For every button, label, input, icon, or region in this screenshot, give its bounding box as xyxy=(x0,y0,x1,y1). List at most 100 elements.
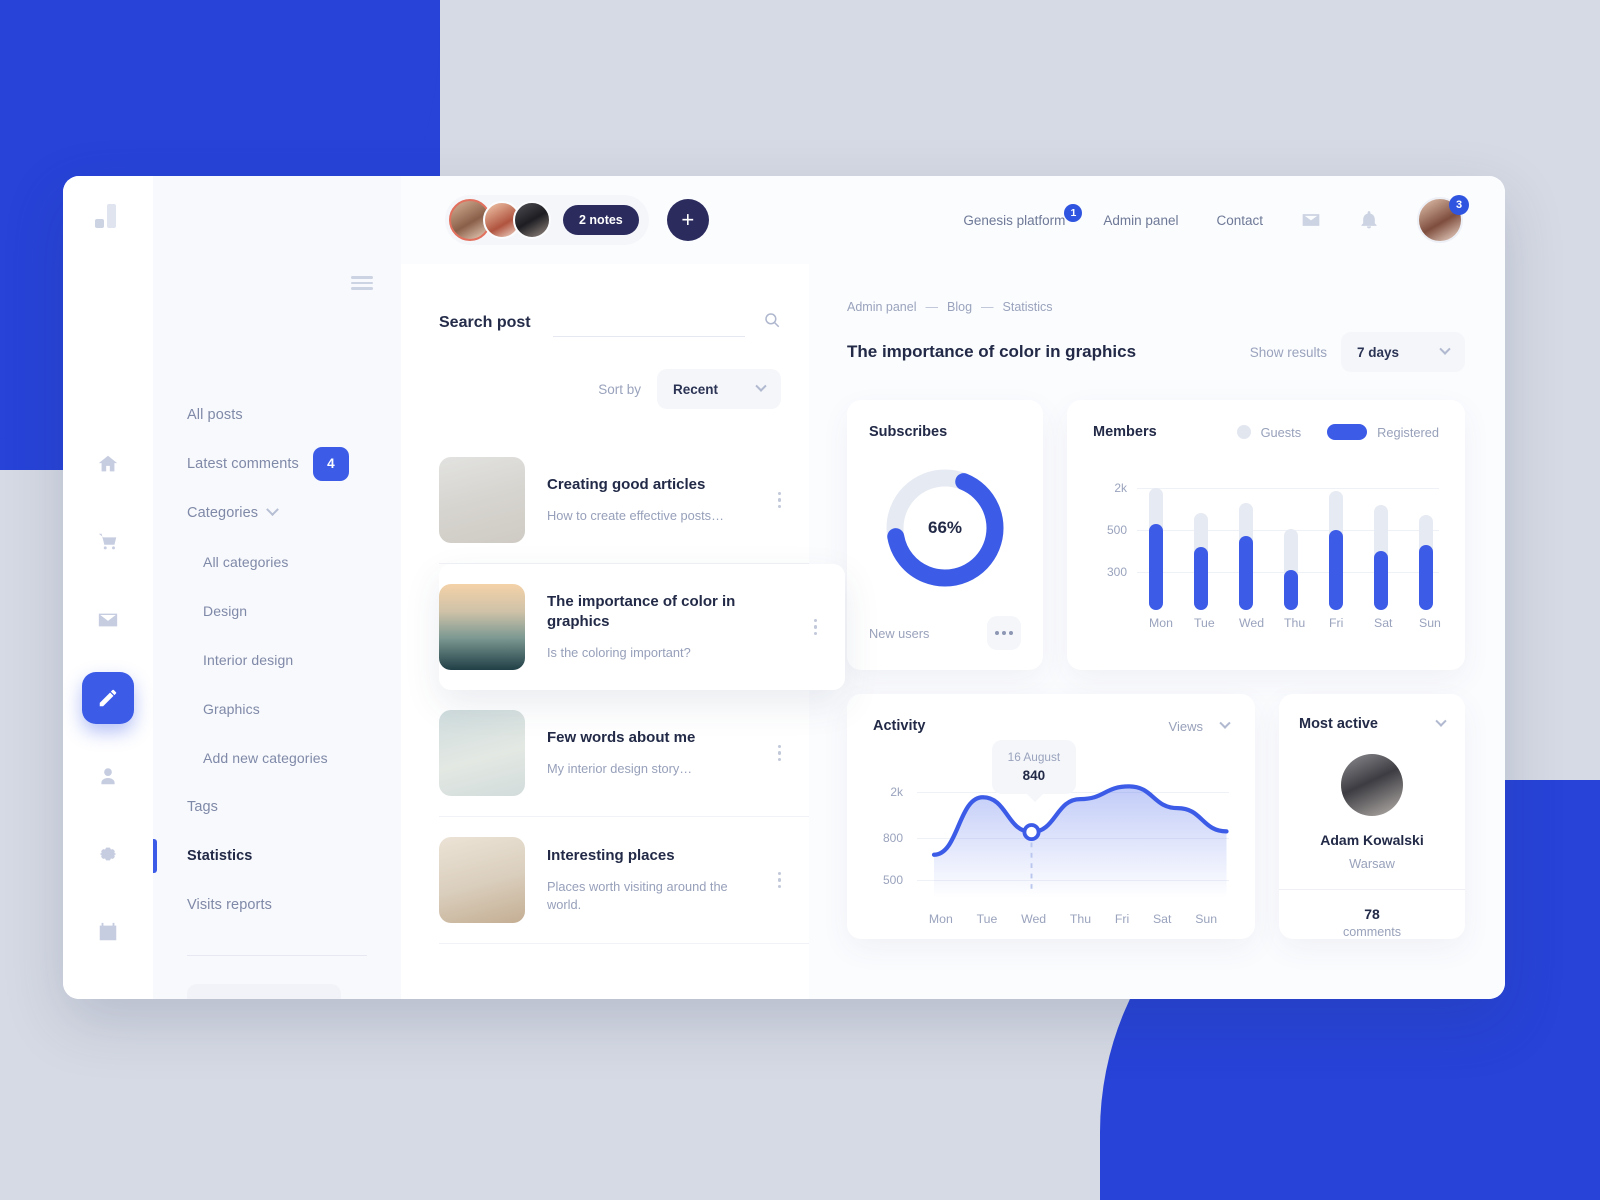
add-note-button[interactable]: + xyxy=(666,199,709,241)
activity-area-chart: 16 August 840 2k 800 500 Mon Tue Wed Thu Fri Sat… xyxy=(873,740,1229,926)
breadcrumb-item-blog[interactable]: Blog xyxy=(947,300,972,314)
page-title: The importance of color in graphics xyxy=(847,342,1137,361)
x-axis-labels: Mon Tue Wed Thu Fri Sat Sun xyxy=(1149,616,1441,630)
calendar-icon[interactable] xyxy=(82,906,134,958)
sidebar-item-label: Visits reports xyxy=(187,896,272,913)
x-axis-tick-label: Sat xyxy=(1152,912,1172,926)
sort-dropdown[interactable]: Recent xyxy=(657,369,781,409)
more-options-button[interactable] xyxy=(987,616,1021,650)
avatar xyxy=(1341,754,1403,816)
new-users-label: New users xyxy=(869,625,930,641)
activity-card: Activity Views 16 August 840 2k 800 500 xyxy=(847,694,1255,939)
x-axis-tick-label: Tue xyxy=(1194,616,1215,630)
nav-item-contact[interactable]: Contact xyxy=(1216,213,1263,228)
sidebar-item-all-categories[interactable]: All categories xyxy=(187,537,401,586)
mail-icon[interactable] xyxy=(1301,210,1321,230)
activity-title: Activity xyxy=(873,718,926,734)
list-item[interactable]: Interesting places Places worth visiting … xyxy=(439,817,809,944)
bar-column[interactable] xyxy=(1419,462,1433,610)
home-icon[interactable] xyxy=(82,438,134,490)
cart-icon[interactable] xyxy=(82,516,134,568)
nav-item-label: Genesis platform xyxy=(963,212,1066,228)
search-input[interactable] xyxy=(552,308,745,337)
bar-column[interactable] xyxy=(1239,462,1253,610)
post-text: The importance of color in graphics Is th… xyxy=(547,592,788,662)
x-axis-tick-label: Mon xyxy=(1149,616,1173,630)
post-description: Places worth visiting around the world. xyxy=(547,878,728,912)
bell-icon[interactable] xyxy=(1359,210,1379,230)
status-badge: 3 xyxy=(1449,195,1469,215)
sidebar-item-label: Tags xyxy=(187,798,219,815)
comments-count: 78 xyxy=(1364,906,1380,922)
tooltip-value: 840 xyxy=(1022,768,1046,783)
members-legend: Guests Registered xyxy=(1236,424,1439,440)
sidebar-item-label: All posts xyxy=(187,406,243,423)
menu-top-spacer xyxy=(153,176,401,264)
sidebar-item-label: All categories xyxy=(203,553,289,570)
post-options-icon[interactable] xyxy=(810,615,821,640)
bar-column[interactable] xyxy=(1284,462,1298,610)
sidebar-item-label: Categories xyxy=(187,504,259,521)
user-avatar-menu[interactable]: 3 xyxy=(1417,195,1469,243)
bar-column[interactable] xyxy=(1329,462,1343,610)
bar-column[interactable] xyxy=(1194,462,1208,610)
x-axis-tick-label: Fri xyxy=(1329,616,1344,630)
user-icon[interactable] xyxy=(82,750,134,802)
hamburger-icon[interactable] xyxy=(351,276,373,290)
chevron-down-icon xyxy=(266,503,279,517)
sidebar-item-tags[interactable]: Tags xyxy=(187,782,401,831)
breadcrumb-item-statistics[interactable]: Statistics xyxy=(1003,300,1053,314)
y-axis-tick-label: 2k xyxy=(1114,481,1127,495)
add-new-post-button[interactable]: Add new post xyxy=(187,984,341,999)
post-options-icon[interactable] xyxy=(774,868,785,893)
list-item[interactable]: Few words about me My interior design sto… xyxy=(439,690,809,817)
nav-item-admin-panel[interactable]: Admin panel xyxy=(1103,213,1178,228)
gear-icon[interactable] xyxy=(82,828,134,880)
x-axis-tick-label: Sat xyxy=(1374,616,1393,630)
mail-icon[interactable] xyxy=(82,594,134,646)
post-list: Creating good articles How to create effe… xyxy=(439,437,845,944)
top-bar: 2 notes + Genesis platform 1 Admin panel… xyxy=(401,176,1505,264)
most-active-body: Adam Kowalski Warsaw xyxy=(1299,732,1445,889)
legend-item-registered[interactable]: Registered xyxy=(1327,424,1439,440)
list-item[interactable]: Creating good articles How to create effe… xyxy=(439,437,809,564)
menu-divider xyxy=(187,955,367,956)
bar-registered xyxy=(1239,536,1253,610)
sidebar-item-interior-design[interactable]: Interior design xyxy=(187,635,401,684)
y-axis-tick-label: 800 xyxy=(882,831,903,845)
sidebar-item-categories[interactable]: Categories xyxy=(187,488,401,537)
sidebar-item-graphics[interactable]: Graphics xyxy=(187,684,401,733)
avatar-group[interactable]: 2 notes xyxy=(445,195,649,245)
nav-item-genesis-platform[interactable]: Genesis platform 1 xyxy=(963,203,1083,228)
menu-list: All posts Latest comments 4 Categories All c… xyxy=(153,264,401,929)
range-dropdown[interactable]: 7 days xyxy=(1341,332,1465,372)
sidebar-item-all-posts[interactable]: All posts xyxy=(187,390,401,439)
pencil-icon[interactable] xyxy=(82,672,134,724)
post-options-icon[interactable] xyxy=(774,488,785,513)
x-axis-tick-label: Wed xyxy=(1239,616,1265,630)
legend-item-guests[interactable]: Guests xyxy=(1236,425,1301,440)
avatar[interactable] xyxy=(513,201,551,239)
y-axis-tick-label: 500 xyxy=(882,873,903,887)
bar-column[interactable] xyxy=(1374,462,1388,610)
chevron-down-icon[interactable] xyxy=(1435,715,1447,727)
sidebar-item-visits-reports[interactable]: Visits reports xyxy=(187,880,401,929)
status-badge: 4 xyxy=(312,446,349,481)
sidebar-item-design[interactable]: Design xyxy=(187,586,401,635)
activity-header: Activity Views xyxy=(873,717,1231,734)
tooltip-date: 16 August xyxy=(1007,750,1061,764)
sidebar-item-latest-comments[interactable]: Latest comments 4 xyxy=(187,439,401,488)
search-icon[interactable] xyxy=(763,311,781,334)
activity-metric-dropdown[interactable]: Views xyxy=(1169,717,1231,734)
bar-column[interactable] xyxy=(1149,462,1163,610)
sidebar-item-add-new-categories[interactable]: Add new categories xyxy=(187,733,401,782)
top-nav: Genesis platform 1 Admin panel Contact 3 xyxy=(963,195,1469,243)
breadcrumb-item-admin-panel[interactable]: Admin panel xyxy=(847,300,917,314)
most-active-city: Warsaw xyxy=(1349,856,1395,871)
y-axis-tick-label: 500 xyxy=(1106,523,1127,537)
post-options-icon[interactable] xyxy=(774,741,785,766)
list-item[interactable]: The importance of color in graphics Is th… xyxy=(439,564,845,690)
post-description: Is the coloring important? xyxy=(547,644,691,660)
sidebar-item-statistics[interactable]: Statistics xyxy=(153,831,401,880)
post-title: The importance of color in graphics xyxy=(547,593,736,630)
